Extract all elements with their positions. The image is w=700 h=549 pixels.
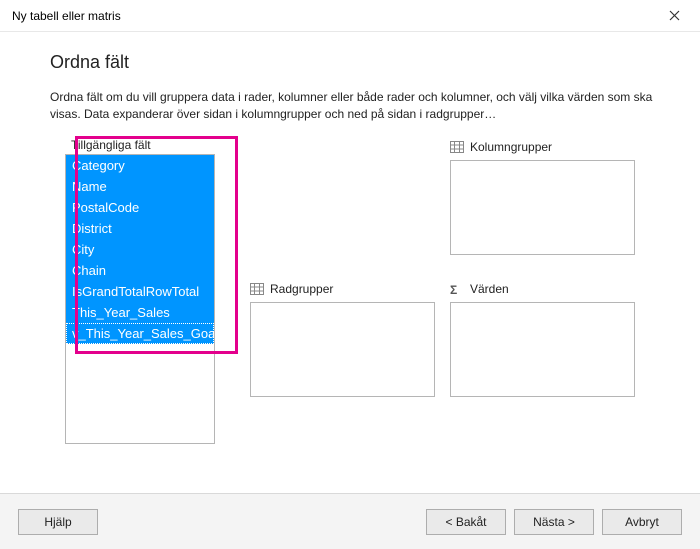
cancel-button[interactable]: Avbryt (602, 509, 682, 535)
page-description: Ordna fält om du vill gruppera data i ra… (50, 89, 670, 124)
wizard-content: Ordna fält Ordna fält om du vill grupper… (0, 32, 700, 493)
values-label: Värden (470, 282, 509, 296)
values-box[interactable] (450, 302, 635, 397)
help-button[interactable]: Hjälp (18, 509, 98, 535)
window-title: Ny tabell eller matris (12, 9, 121, 23)
field-item[interactable]: v_This_Year_Sales_Goal (66, 323, 214, 344)
available-fields-label: Tillgängliga fält (71, 138, 215, 152)
next-button[interactable]: Nästa > (514, 509, 594, 535)
field-item[interactable]: IsGrandTotalRowTotal (66, 281, 214, 302)
field-item[interactable]: Chain (66, 260, 214, 281)
close-icon[interactable] (656, 2, 692, 30)
row-groups-label: Radgrupper (270, 282, 333, 296)
available-fields-box[interactable]: CategoryNamePostalCodeDistrictCityChainI… (65, 154, 215, 444)
row-groups-box[interactable] (250, 302, 435, 397)
field-item[interactable]: Category (66, 155, 214, 176)
column-groups-label: Kolumngrupper (470, 140, 552, 154)
field-item[interactable]: Name (66, 176, 214, 197)
table-icon (250, 283, 264, 295)
field-item[interactable]: This_Year_Sales (66, 302, 214, 323)
page-title: Ordna fält (50, 52, 672, 73)
wizard-footer: Hjälp < Bakåt Nästa > Avbryt (0, 493, 700, 549)
back-button[interactable]: < Bakåt (426, 509, 506, 535)
table-icon (450, 141, 464, 153)
column-groups-box[interactable] (450, 160, 635, 255)
title-bar: Ny tabell eller matris (0, 0, 700, 32)
field-item[interactable]: City (66, 239, 214, 260)
sigma-icon: Σ (450, 283, 464, 295)
field-item[interactable]: PostalCode (66, 197, 214, 218)
field-item[interactable]: District (66, 218, 214, 239)
